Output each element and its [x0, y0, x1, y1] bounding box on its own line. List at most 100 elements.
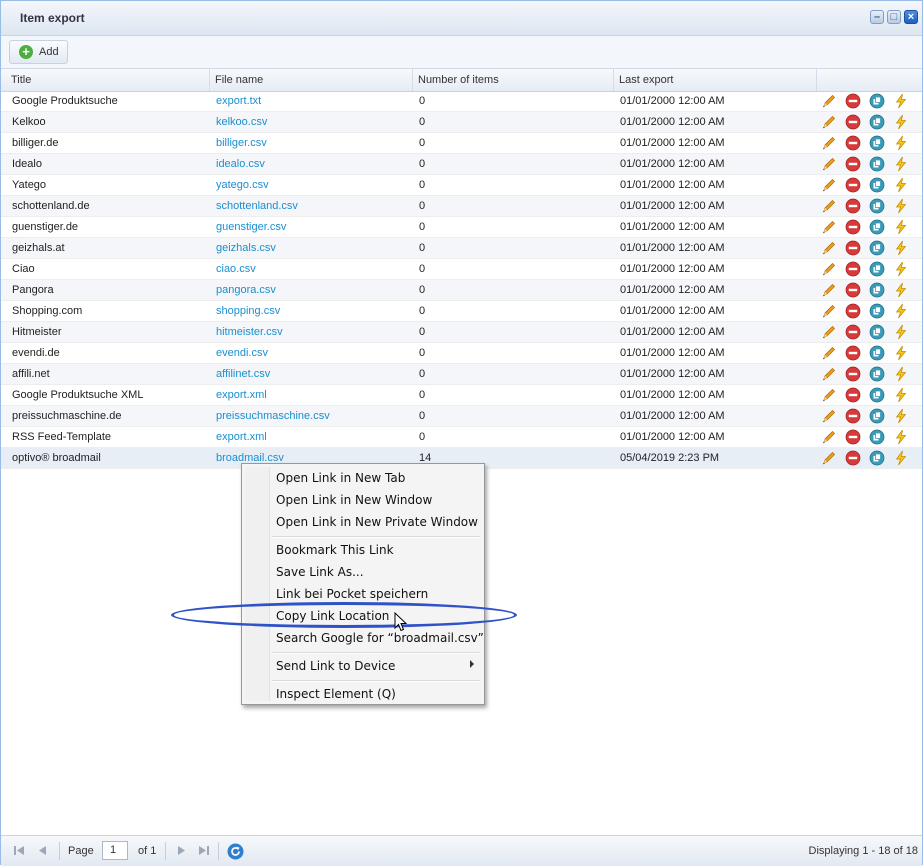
cell-file-link[interactable]: export.xml — [210, 385, 412, 406]
menu-item-bookmark-link[interactable]: Bookmark This Link — [276, 540, 394, 560]
edit-icon[interactable] — [821, 156, 837, 172]
edit-icon[interactable] — [821, 114, 837, 130]
delete-icon[interactable] — [845, 450, 861, 466]
delete-icon[interactable] — [845, 345, 861, 361]
column-header-file[interactable]: File name — [210, 69, 413, 91]
duplicate-icon[interactable] — [869, 387, 885, 403]
prev-page-icon[interactable] — [37, 844, 49, 857]
delete-icon[interactable] — [845, 387, 861, 403]
delete-icon[interactable] — [845, 429, 861, 445]
edit-icon[interactable] — [821, 219, 837, 235]
page-number-input[interactable]: 1 — [102, 841, 128, 860]
cell-file-link[interactable]: affilinet.csv — [210, 364, 412, 385]
run-export-icon[interactable] — [893, 387, 909, 403]
run-export-icon[interactable] — [893, 303, 909, 319]
table-row[interactable]: guenstiger.de guenstiger.csv 0 01/01/2000 1… — [1, 217, 922, 238]
cell-file-link[interactable]: guenstiger.csv — [210, 217, 412, 238]
menu-item-search-google[interactable]: Search Google for “broadmail.csv” — [276, 628, 484, 648]
cell-file-link[interactable]: geizhals.csv — [210, 238, 412, 259]
column-header-num[interactable]: Number of items — [413, 69, 614, 91]
run-export-icon[interactable] — [893, 240, 909, 256]
delete-icon[interactable] — [845, 282, 861, 298]
minimize-icon[interactable]: – — [870, 10, 884, 24]
cell-file-link[interactable]: idealo.csv — [210, 154, 412, 175]
duplicate-icon[interactable] — [869, 93, 885, 109]
cell-file-link[interactable]: schottenland.csv — [210, 196, 412, 217]
table-row[interactable]: Shopping.com shopping.csv 0 01/01/2000 12:0… — [1, 301, 922, 322]
run-export-icon[interactable] — [893, 282, 909, 298]
edit-icon[interactable] — [821, 303, 837, 319]
duplicate-icon[interactable] — [869, 366, 885, 382]
edit-icon[interactable] — [821, 282, 837, 298]
duplicate-icon[interactable] — [869, 135, 885, 151]
column-header-last[interactable]: Last export — [614, 69, 817, 91]
edit-icon[interactable] — [821, 450, 837, 466]
edit-icon[interactable] — [821, 408, 837, 424]
cell-file-link[interactable]: preissuchmaschine.csv — [210, 406, 412, 427]
delete-icon[interactable] — [845, 366, 861, 382]
table-row[interactable]: geizhals.at geizhals.csv 0 01/01/2000 12:00… — [1, 238, 922, 259]
menu-item-save-link-as[interactable]: Save Link As... — [276, 562, 364, 582]
delete-icon[interactable] — [845, 240, 861, 256]
cell-file-link[interactable]: evendi.csv — [210, 343, 412, 364]
table-row[interactable]: evendi.de evendi.csv 0 01/01/2000 12:00 AM — [1, 343, 922, 364]
cell-file-link[interactable]: ciao.csv — [210, 259, 412, 280]
table-row[interactable]: Google Produktsuche XML export.xml 0 01/01/… — [1, 385, 922, 406]
run-export-icon[interactable] — [893, 135, 909, 151]
close-icon[interactable]: × — [904, 10, 918, 24]
delete-icon[interactable] — [845, 114, 861, 130]
duplicate-icon[interactable] — [869, 324, 885, 340]
table-row[interactable]: billiger.de billiger.csv 0 01/01/2000 12:00… — [1, 133, 922, 154]
column-header-title[interactable]: Title — [6, 69, 210, 91]
cell-file-link[interactable]: pangora.csv — [210, 280, 412, 301]
cell-file-link[interactable]: kelkoo.csv — [210, 112, 412, 133]
delete-icon[interactable] — [845, 93, 861, 109]
run-export-icon[interactable] — [893, 261, 909, 277]
run-export-icon[interactable] — [893, 345, 909, 361]
edit-icon[interactable] — [821, 429, 837, 445]
duplicate-icon[interactable] — [869, 429, 885, 445]
menu-item-open-new-window[interactable]: Open Link in New Window — [276, 490, 432, 510]
run-export-icon[interactable] — [893, 219, 909, 235]
delete-icon[interactable] — [845, 408, 861, 424]
table-row[interactable]: Yatego yatego.csv 0 01/01/2000 12:00 AM — [1, 175, 922, 196]
cell-file-link[interactable]: yatego.csv — [210, 175, 412, 196]
table-row[interactable]: affili.net affilinet.csv 0 01/01/2000 12:00… — [1, 364, 922, 385]
refresh-icon[interactable] — [227, 843, 244, 860]
delete-icon[interactable] — [845, 219, 861, 235]
table-row[interactable]: preissuchmaschine.de preissuchmaschine.cs… — [1, 406, 922, 427]
run-export-icon[interactable] — [893, 429, 909, 445]
delete-icon[interactable] — [845, 135, 861, 151]
duplicate-icon[interactable] — [869, 219, 885, 235]
edit-icon[interactable] — [821, 93, 837, 109]
edit-icon[interactable] — [821, 345, 837, 361]
duplicate-icon[interactable] — [869, 303, 885, 319]
cell-file-link[interactable]: hitmeister.csv — [210, 322, 412, 343]
table-row[interactable]: Idealo idealo.csv 0 01/01/2000 12:00 AM — [1, 154, 922, 175]
delete-icon[interactable] — [845, 156, 861, 172]
run-export-icon[interactable] — [893, 93, 909, 109]
cell-file-link[interactable]: export.xml — [210, 427, 412, 448]
edit-icon[interactable] — [821, 261, 837, 277]
duplicate-icon[interactable] — [869, 345, 885, 361]
edit-icon[interactable] — [821, 135, 837, 151]
duplicate-icon[interactable] — [869, 156, 885, 172]
delete-icon[interactable] — [845, 324, 861, 340]
table-row[interactable]: RSS Feed-Template export.xml 0 01/01/2000 1… — [1, 427, 922, 448]
duplicate-icon[interactable] — [869, 450, 885, 466]
table-row[interactable]: Kelkoo kelkoo.csv 0 01/01/2000 12:00 AM — [1, 112, 922, 133]
run-export-icon[interactable] — [893, 177, 909, 193]
table-row[interactable]: Pangora pangora.csv 0 01/01/2000 12:00 AM — [1, 280, 922, 301]
duplicate-icon[interactable] — [869, 261, 885, 277]
duplicate-icon[interactable] — [869, 240, 885, 256]
run-export-icon[interactable] — [893, 450, 909, 466]
menu-item-send-to-device[interactable]: Send Link to Device — [276, 656, 395, 676]
table-row[interactable]: schottenland.de schottenland.csv 0 01/01/20… — [1, 196, 922, 217]
duplicate-icon[interactable] — [869, 198, 885, 214]
edit-icon[interactable] — [821, 198, 837, 214]
next-page-icon[interactable] — [175, 844, 187, 857]
run-export-icon[interactable] — [893, 408, 909, 424]
run-export-icon[interactable] — [893, 156, 909, 172]
menu-item-open-new-tab[interactable]: Open Link in New Tab — [276, 468, 405, 488]
duplicate-icon[interactable] — [869, 114, 885, 130]
